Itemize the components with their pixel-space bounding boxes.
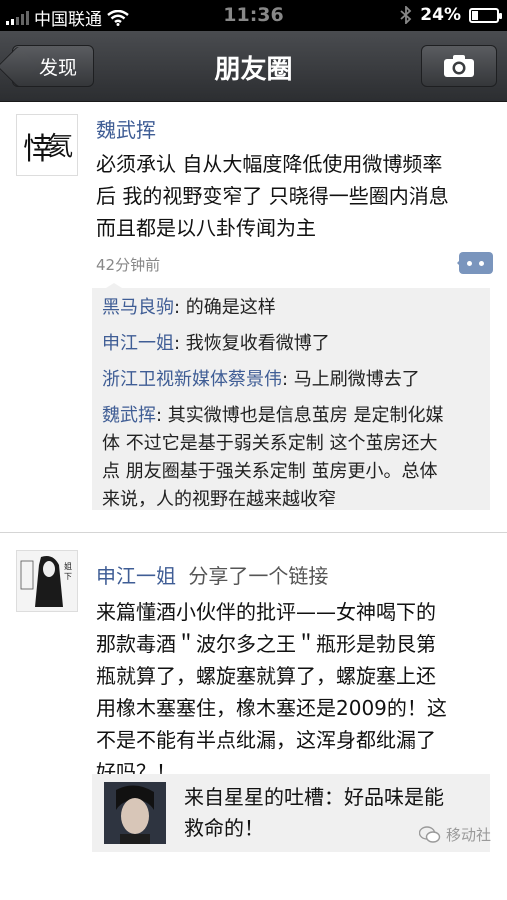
comment-author[interactable]: 魏武挥: [102, 405, 156, 426]
post-time: 42分钟前: [96, 256, 161, 274]
nav-bar: 发现 朋友圈: [0, 31, 507, 102]
watermark: 移动社: [418, 824, 491, 845]
comment-item[interactable]: 黑马良驹: 的确是这样: [102, 294, 482, 322]
comment-item[interactable]: 浙江卫视新媒体蔡景伟: 马上刷微博去了: [102, 366, 482, 394]
svg-text:下: 下: [64, 572, 72, 581]
post-text-line: 来篇懂酒小伙伴的批评——女神喝下的: [96, 600, 436, 624]
comment-button[interactable]: [457, 252, 493, 274]
camera-button[interactable]: [421, 45, 497, 87]
post-text-line: 用橡木塞塞住，橡木塞还是2009的！这: [96, 696, 447, 720]
link-title-line: 来自星星的吐槽：好品味是能: [184, 785, 444, 809]
avatar[interactable]: 悻 氦: [16, 114, 78, 176]
post-text: 必须承认 自从大幅度降低使用微博频率 后 我的视野变窄了 只晓得一些圈内消息 而…: [96, 148, 491, 244]
comments-box: 黑马良驹: 的确是这样 申江一姐: 我恢复收看微博了 浙江卫视新媒体蔡景伟: 马…: [92, 283, 490, 510]
svg-text:姐: 姐: [64, 561, 72, 571]
comment-text: : 其实微博也是信息茧房 是定制化媒: [156, 405, 444, 426]
author-name[interactable]: 魏武挥: [96, 114, 156, 143]
bluetooth-icon: [400, 6, 412, 24]
camera-icon: [444, 55, 474, 77]
battery-icon: [469, 7, 502, 23]
comment-item[interactable]: 申江一姐: 我恢复收看微博了: [102, 330, 482, 358]
post-text: 来篇懂酒小伙伴的批评——女神喝下的 那款毒酒＂波尔多之王＂瓶形是勃艮第 瓶就算了…: [96, 596, 491, 788]
post-text-line: 不是不能有半点纰漏，这浑身都纰漏了: [96, 728, 436, 752]
comment-author[interactable]: 申江一姐: [102, 333, 174, 354]
comment-text-line: 来说，人的视野在越来越收窄: [102, 489, 336, 510]
comment-text-line: 点 朋友圈基于强关系定制 茧房更小。总体: [102, 461, 438, 482]
post-text-line: 那款毒酒＂波尔多之王＂瓶形是勃艮第: [96, 632, 436, 656]
avatar[interactable]: 姐 下: [16, 550, 78, 612]
comment-item[interactable]: 魏武挥: 其实微博也是信息茧房 是定制化媒 体 不过它是基于弱关系定制 这个茧房…: [102, 402, 482, 514]
author-link[interactable]: 申江一姐: [96, 564, 176, 588]
link-thumbnail: [104, 782, 166, 844]
status-bar: 中国联通 11:36 24%: [0, 0, 507, 31]
watermark-text: 移动社: [445, 826, 491, 844]
wechat-icon: [418, 825, 441, 843]
battery-percent: 24%: [420, 5, 461, 25]
post-text-line: 而且都是以八卦传闻为主: [96, 216, 316, 240]
share-action-text: 分享了一个链接: [188, 564, 329, 588]
comment-text: : 我恢复收看微博了: [174, 333, 330, 354]
comment-text-line: 体 不过它是基于弱关系定制 这个茧房还大: [102, 433, 438, 454]
svg-text:氦: 氦: [47, 132, 73, 162]
comment-author[interactable]: 浙江卫视新媒体蔡景伟: [102, 369, 282, 390]
comment-text: : 马上刷微博去了: [282, 369, 420, 390]
post-text-line: 后 我的视野变窄了 只晓得一些圈内消息: [96, 184, 449, 208]
comment-text: : 的确是这样: [174, 297, 276, 318]
divider: [0, 532, 507, 533]
post-text-line: 必须承认 自从大幅度降低使用微博频率: [96, 152, 443, 176]
author-name: 申江一姐 分享了一个链接: [96, 560, 328, 589]
comment-author[interactable]: 黑马良驹: [102, 297, 174, 318]
post-text-line: 瓶就算了，螺旋塞就算了，螺旋塞上还: [96, 664, 436, 688]
